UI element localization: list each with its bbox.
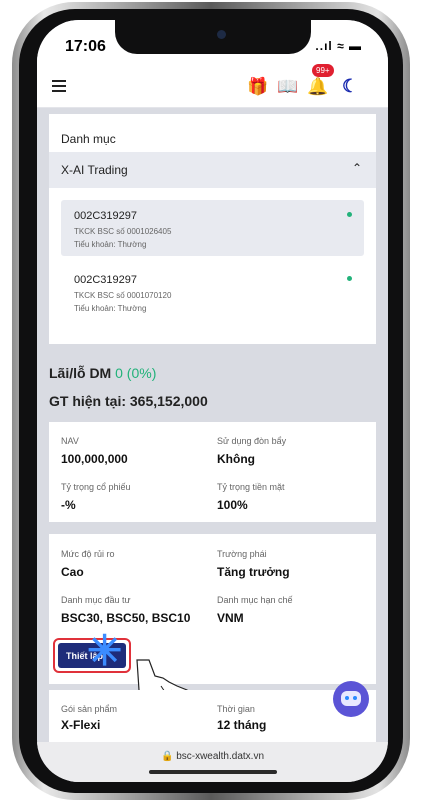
cash-ratio-label: Tỷ trọng tiền mặt — [217, 482, 285, 492]
portfolio-title: Danh mục — [61, 132, 116, 146]
cash-ratio-value: 100% — [217, 498, 248, 512]
notification-badge: 99+ — [312, 64, 334, 77]
nav-label: NAV — [61, 436, 79, 446]
chatbot-face — [341, 691, 361, 706]
active-dot-icon — [347, 212, 352, 217]
chatbot-eye — [345, 696, 349, 700]
url-text: 🔒 bsc-xwealth.datx.vn — [160, 751, 265, 762]
leverage-label: Sử dụng đòn bẩy — [217, 436, 287, 446]
duration-value: 12 tháng — [217, 718, 267, 732]
screen: 17:06 ..ıl ≈ ▬ 🎁 📖 🔔 99+ ☾ Danh mục X-AI… — [37, 20, 388, 782]
restrict-value: VNM — [217, 611, 244, 625]
stock-ratio-label: Tỷ trọng cổ phiếu — [61, 482, 131, 492]
book-icon[interactable]: 📖 — [277, 77, 298, 97]
camera — [217, 30, 226, 39]
invest-value: BSC30, BSC50, BSC10 — [61, 611, 191, 625]
package-label: Gói sản phẩm — [61, 704, 118, 714]
status-time: 17:06 — [65, 38, 106, 55]
duration-label: Thời gian — [217, 704, 255, 714]
account-item[interactable]: 002C319297 TKCK BSC số 0001026405 Tiểu k… — [61, 200, 364, 256]
stock-ratio-value: -% — [61, 498, 76, 512]
product-card: Gói sản phẩm X-Flexi Thời gian 12 tháng — [49, 690, 376, 742]
hamburger-icon[interactable] — [52, 80, 66, 92]
account-item[interactable]: 002C319297 TKCK BSC số 0001070120 Tiểu k… — [61, 264, 364, 320]
portfolio-group-name: X-AI Trading — [61, 163, 128, 177]
sub-account-type: Tiểu khoản: Thường — [74, 304, 147, 313]
home-indicator[interactable] — [149, 770, 277, 774]
account-number: TKCK BSC số 0001070120 — [74, 291, 172, 300]
current-value: GT hiện tại: 365,152,000 — [49, 393, 208, 409]
gift-icon[interactable]: 🎁 — [247, 77, 268, 97]
top-navigation: 🎁 📖 🔔 99+ ☾ — [37, 64, 388, 108]
leverage-value: Không — [217, 452, 255, 466]
chatbot-icon[interactable] — [333, 681, 369, 717]
profit-loss: Lãi/lỗ DM 0 (0%) — [49, 365, 156, 381]
package-value: X-Flexi — [61, 718, 101, 732]
profit-loss-label: Lãi/lỗ DM — [49, 365, 112, 381]
account-number: TKCK BSC số 0001026405 — [74, 227, 172, 236]
tap-sparkle-icon: ✳ — [87, 627, 123, 674]
sub-account-type: Tiểu khoản: Thường — [74, 240, 147, 249]
portfolio-accordion[interactable]: X-AI Trading ⌃ — [49, 152, 376, 188]
risk-label: Mức độ rủi ro — [61, 549, 115, 559]
nav-value: 100,000,000 — [61, 452, 128, 466]
risk-value: Cao — [61, 565, 84, 579]
chevron-up-icon[interactable]: ⌃ — [352, 161, 362, 175]
stats-card: NAV 100,000,000 Sử dụng đòn bẩy Không Tỷ… — [49, 422, 376, 522]
account-id: 002C319297 — [74, 274, 138, 286]
bell-icon[interactable]: 🔔 — [307, 77, 328, 97]
portfolio-card: Danh mục X-AI Trading ⌃ 002C319297 TKCK … — [49, 114, 376, 344]
browser-url-bar[interactable]: 🔒 bsc-xwealth.datx.vn — [37, 742, 388, 782]
moon-icon[interactable]: ☾ — [342, 76, 358, 97]
chatbot-eye — [353, 696, 357, 700]
current-value-amount: 365,152,000 — [129, 393, 208, 409]
profit-loss-value: 0 (0%) — [115, 365, 157, 381]
active-dot-icon — [347, 276, 352, 281]
current-value-label: GT hiện tại: — [49, 393, 126, 409]
notch — [115, 20, 311, 54]
style-label: Trường phái — [217, 549, 267, 559]
signal-wifi-battery-icon: ..ıl ≈ ▬ — [315, 39, 362, 53]
invest-label: Danh mục đầu tư — [61, 595, 131, 605]
account-id: 002C319297 — [74, 210, 138, 222]
restrict-label: Danh mục hạn chế — [217, 595, 293, 605]
style-value: Tăng trưởng — [217, 565, 290, 579]
